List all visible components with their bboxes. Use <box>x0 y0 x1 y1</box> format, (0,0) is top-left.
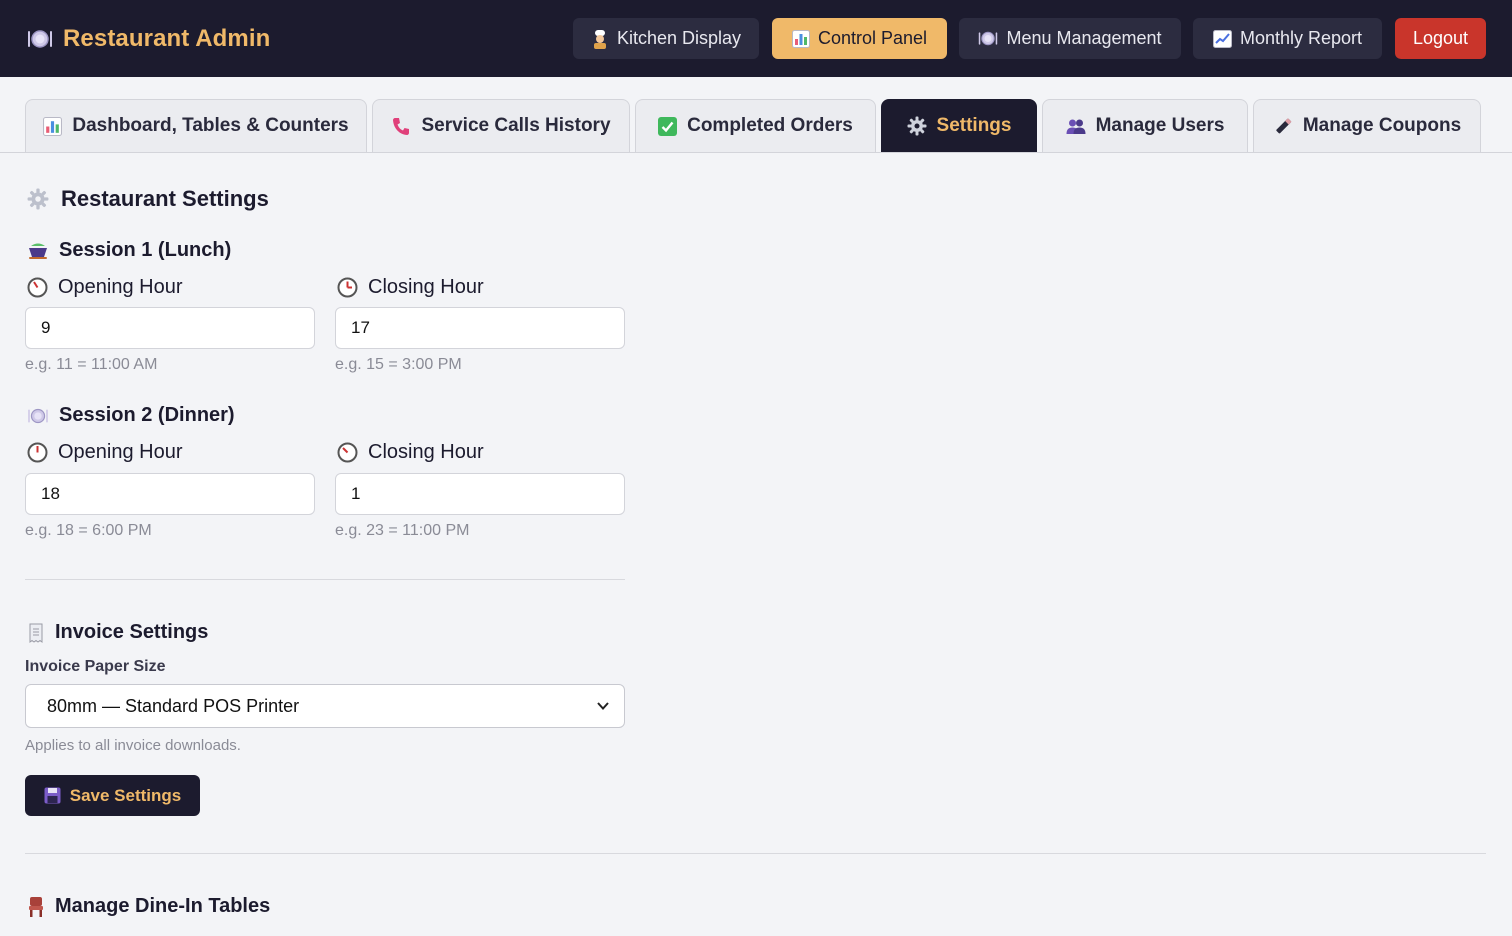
tab-manage-coupons[interactable]: Manage Coupons <box>1253 99 1481 152</box>
clock-icon <box>337 442 358 463</box>
session-1-opening-input[interactable] <box>25 307 315 349</box>
logout-label: Logout <box>1412 28 1469 48</box>
restaurant-settings-heading: Restaurant Settings <box>27 186 269 212</box>
tab-dashboard-label: Dashboard, Tables & Counters <box>72 115 349 136</box>
tab-dashboard[interactable]: Dashboard, Tables & Counters <box>25 99 367 152</box>
brand-title: Restaurant Admin <box>63 25 271 52</box>
session-1-heading: Session 1 (Lunch) <box>27 239 231 262</box>
session-1-opening-hint: e.g. 11 = 11:00 AM <box>25 356 158 373</box>
monthly-report-label: Monthly Report <box>1239 28 1363 48</box>
logout-button[interactable]: Logout <box>1395 18 1486 59</box>
manage-tables-heading: Manage Dine-In Tables <box>27 895 270 918</box>
chevron-down-icon <box>596 701 610 711</box>
session-1-closing-input[interactable] <box>335 307 625 349</box>
session-2-closing-input[interactable] <box>335 473 625 515</box>
control-panel-button[interactable]: Control Panel <box>772 18 947 59</box>
session-1-opening-label: Opening Hour <box>27 276 183 299</box>
session-2-opening-input[interactable] <box>25 473 315 515</box>
trend-chart-icon <box>1212 29 1232 48</box>
session-1-closing-hint: e.g. 15 = 3:00 PM <box>335 356 462 373</box>
restaurant-settings-title: Restaurant Settings <box>61 186 269 211</box>
bowl-icon <box>27 242 49 260</box>
gear-icon <box>907 116 927 136</box>
session-2-opening-text: Opening Hour <box>58 441 183 463</box>
tab-manage-users-label: Manage Users <box>1095 115 1225 136</box>
plate-icon <box>978 30 998 47</box>
users-icon <box>1066 117 1086 135</box>
kitchen-display-label: Kitchen Display <box>616 28 742 48</box>
receipt-icon <box>27 623 45 643</box>
invoice-paper-size-hint: Applies to all invoice downloads. <box>25 737 241 754</box>
tab-service-calls[interactable]: Service Calls History <box>372 99 630 152</box>
manage-tables-title: Manage Dine-In Tables <box>55 895 271 917</box>
session-1-opening-text: Opening Hour <box>58 276 183 298</box>
session-2-closing-hint: e.g. 23 = 11:00 PM <box>335 522 470 539</box>
phone-icon <box>391 116 411 136</box>
session-1-closing-label: Closing Hour <box>337 276 484 299</box>
session-2-opening-label: Opening Hour <box>27 441 183 464</box>
monthly-report-button[interactable]: Monthly Report <box>1193 18 1382 59</box>
menu-management-button[interactable]: Menu Management <box>959 18 1181 59</box>
menu-management-label: Menu Management <box>1006 28 1162 48</box>
session-2-closing-text: Closing Hour <box>368 441 484 463</box>
save-settings-label: Save Settings <box>69 785 182 805</box>
top-navbar: Restaurant Admin Kitchen Display Control… <box>0 0 1512 77</box>
bar-chart-icon <box>43 116 63 136</box>
gear-icon <box>27 188 49 210</box>
session-2-title: Session 2 (Dinner) <box>59 404 235 426</box>
session-1-closing-text: Closing Hour <box>368 276 484 298</box>
save-settings-button[interactable]: Save Settings <box>25 775 200 816</box>
tab-manage-users[interactable]: Manage Users <box>1042 99 1248 152</box>
plate-icon <box>27 28 53 50</box>
tab-service-calls-label: Service Calls History <box>421 115 611 136</box>
tab-settings[interactable]: Settings <box>881 99 1037 152</box>
chef-icon <box>591 29 609 49</box>
brand: Restaurant Admin <box>27 24 270 54</box>
invoice-settings-heading: Invoice Settings <box>27 621 208 644</box>
plate-icon <box>27 407 49 425</box>
clock-icon <box>27 277 48 298</box>
session-2-opening-hint: e.g. 18 = 6:00 PM <box>25 522 152 539</box>
page-divider <box>25 853 1486 854</box>
kitchen-display-button[interactable]: Kitchen Display <box>573 18 759 59</box>
session-2-heading: Session 2 (Dinner) <box>27 404 235 427</box>
clock-icon <box>337 277 358 298</box>
invoice-paper-size-label: Invoice Paper Size <box>25 658 166 675</box>
clock-icon <box>27 442 48 463</box>
session-2-closing-label: Closing Hour <box>337 441 484 464</box>
invoice-paper-size-value: 80mm — Standard POS Printer <box>47 695 300 716</box>
invoice-settings-title: Invoice Settings <box>55 621 209 643</box>
session-1-title: Session 1 (Lunch) <box>59 239 232 261</box>
tab-settings-label: Settings <box>936 115 1012 136</box>
pen-icon <box>1273 116 1293 136</box>
section-divider <box>25 579 625 580</box>
bar-chart-icon <box>791 29 810 48</box>
floppy-disk-icon <box>44 787 61 804</box>
chair-icon <box>27 896 45 918</box>
tab-bar: Dashboard, Tables & Counters Service Cal… <box>0 77 1512 153</box>
tab-completed-orders-label: Completed Orders <box>687 115 853 136</box>
tab-completed-orders[interactable]: Completed Orders <box>635 99 876 152</box>
invoice-paper-size-select[interactable]: 80mm — Standard POS Printer <box>25 684 625 728</box>
tab-manage-coupons-label: Manage Coupons <box>1302 115 1462 136</box>
check-box-icon <box>658 116 678 136</box>
control-panel-label: Control Panel <box>817 28 928 48</box>
